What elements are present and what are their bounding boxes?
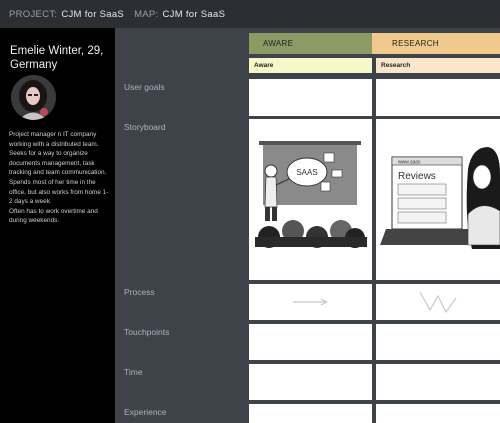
board-cloud-text: SAAS (296, 168, 317, 177)
process-arrow-icon (293, 298, 329, 306)
project-key: PROJECT: (9, 8, 58, 20)
persona-avatar (11, 75, 56, 120)
cell-time-aware[interactable] (249, 364, 372, 400)
cell-experience-research[interactable] (376, 404, 500, 423)
cell-user-goals-aware[interactable] (249, 79, 372, 116)
cell-process-aware[interactable] (249, 284, 372, 320)
browser-page-title: Reviews (398, 171, 436, 182)
browser-url: www.saas (398, 160, 421, 166)
persona-desc-line: Spends most of her time in the office, b… (9, 178, 109, 206)
cell-experience-aware[interactable] (249, 404, 372, 423)
storyboard-research-illustration: www.saas Reviews (380, 147, 500, 249)
map-name[interactable]: CJM for SaaS (163, 9, 226, 20)
stage-header-aware[interactable]: AWARE (249, 33, 372, 54)
persona-panel: Emelie Winter, 29, Germany Project manag… (0, 28, 115, 423)
persona-desc-line: Often has to work overtime and during we… (9, 207, 98, 225)
stage-sublabel-research[interactable]: Research (376, 58, 500, 73)
storyboard-aware-illustration: SAAS (255, 141, 367, 248)
cell-storyboard-research[interactable]: www.saas Reviews (376, 119, 500, 280)
stage-sublabel-aware[interactable]: Aware (249, 58, 372, 73)
cell-storyboard-aware[interactable]: SAAS (249, 119, 372, 280)
map-key: MAP: (134, 8, 159, 20)
stage-header-research[interactable]: RESEARCH (372, 33, 500, 54)
top-bar: PROJECT: CJM for SaaS MAP: CJM for SaaS (0, 0, 500, 28)
project-name[interactable]: CJM for SaaS (61, 9, 124, 20)
row-labels-column: User goals Storyboard Process Touchpoint… (115, 28, 248, 423)
cell-process-research[interactable] (376, 284, 500, 320)
process-zigzag-icon (419, 291, 457, 314)
row-label-touchpoints: Touchpoints (124, 327, 170, 337)
cell-time-research[interactable] (376, 364, 500, 400)
row-label-user-goals: User goals (124, 82, 165, 92)
persona-description: Project manager n IT company working wit… (9, 130, 109, 226)
cell-user-goals-research[interactable] (376, 79, 500, 116)
row-label-storyboard: Storyboard (124, 122, 166, 132)
persona-desc-line: Seeks for a way to organize documents ma… (9, 150, 107, 177)
row-label-experience: Experience (124, 407, 167, 417)
cell-touchpoints-aware[interactable] (249, 324, 372, 360)
row-label-time: Time (124, 367, 143, 377)
cell-touchpoints-research[interactable] (376, 324, 500, 360)
persona-desc-line: Project manager n IT company working wit… (9, 131, 99, 148)
persona-name: Emelie Winter, 29, Germany (10, 45, 104, 71)
row-label-process: Process (124, 287, 155, 297)
